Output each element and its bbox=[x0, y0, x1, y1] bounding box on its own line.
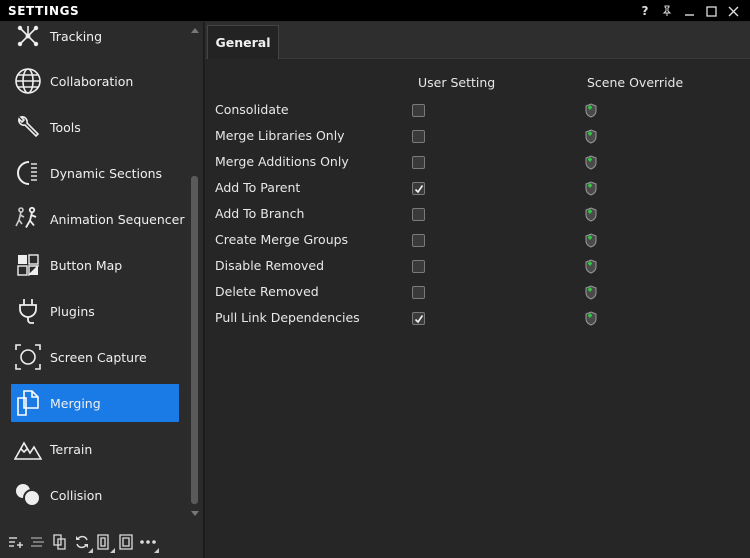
minimize-icon[interactable] bbox=[678, 2, 700, 20]
checkmark-icon bbox=[414, 184, 423, 193]
settings-sidebar: Tracking Collaboration Tools Dynamic Sec… bbox=[0, 22, 204, 558]
list-icon[interactable] bbox=[30, 534, 46, 550]
screen-capture-icon bbox=[14, 343, 42, 371]
scene-override-icon[interactable] bbox=[584, 233, 598, 248]
scene-override-icon[interactable] bbox=[584, 207, 598, 222]
row-label: Add To Branch bbox=[215, 206, 305, 221]
button-map-icon bbox=[14, 251, 42, 279]
scene-override-icon[interactable] bbox=[584, 259, 598, 274]
row-label: Disable Removed bbox=[215, 258, 325, 273]
animation-sequencer-icon bbox=[14, 205, 42, 233]
row-label: Add To Parent bbox=[215, 180, 301, 195]
dropdown-corner-icon bbox=[88, 548, 93, 553]
user-setting-checkbox[interactable] bbox=[412, 130, 425, 143]
sidebar-toolbar bbox=[8, 530, 198, 554]
sidebar-item-label: Screen Capture bbox=[50, 349, 147, 365]
sidebar-item-tools[interactable]: Tools bbox=[11, 108, 179, 146]
row-label: Pull Link Dependencies bbox=[215, 310, 360, 325]
checkmark-icon bbox=[414, 314, 423, 323]
sidebar-scrollbar[interactable] bbox=[189, 22, 201, 522]
user-setting-checkbox[interactable] bbox=[412, 234, 425, 247]
row-label: Merge Additions Only bbox=[215, 154, 349, 169]
column-header-user-setting: User Setting bbox=[418, 75, 496, 90]
help-button[interactable]: ? bbox=[634, 2, 656, 20]
add-icon[interactable] bbox=[8, 534, 24, 550]
copy-icon[interactable] bbox=[52, 534, 68, 550]
sidebar-item-label: Button Map bbox=[50, 257, 123, 273]
row-label: Merge Libraries Only bbox=[215, 128, 345, 143]
refresh-icon[interactable] bbox=[74, 534, 93, 553]
tab-bar: General bbox=[205, 22, 750, 59]
settings-content: General User Setting Scene Override Cons… bbox=[205, 22, 750, 558]
sidebar-item-plugins[interactable]: Plugins bbox=[11, 292, 179, 330]
row-label: Consolidate bbox=[215, 102, 289, 117]
sidebar-item-tracking[interactable]: Tracking bbox=[11, 22, 179, 55]
scroll-up-icon[interactable] bbox=[191, 28, 199, 33]
plug-icon bbox=[14, 297, 42, 325]
sidebar-item-terrain[interactable]: Terrain bbox=[11, 430, 179, 468]
dropdown-corner-icon bbox=[110, 548, 115, 553]
scene-override-icon[interactable] bbox=[584, 129, 598, 144]
sidebar-item-label: Tracking bbox=[50, 28, 103, 44]
layout-icon[interactable] bbox=[96, 534, 115, 553]
merging-icon bbox=[14, 389, 42, 417]
window-controls: ? bbox=[634, 2, 744, 20]
user-setting-checkbox[interactable] bbox=[412, 286, 425, 299]
dropdown-corner-icon bbox=[154, 548, 159, 553]
sidebar-item-collision[interactable]: Collision bbox=[11, 476, 179, 514]
user-setting-checkbox[interactable] bbox=[412, 208, 425, 221]
user-setting-checkbox[interactable] bbox=[412, 104, 425, 117]
scene-override-icon[interactable] bbox=[584, 155, 598, 170]
sidebar-item-collaboration[interactable]: Collaboration bbox=[11, 62, 179, 100]
sidebar-item-label: Collision bbox=[50, 487, 103, 503]
sidebar-item-label: Terrain bbox=[50, 441, 93, 457]
sidebar-item-screen-capture[interactable]: Screen Capture bbox=[11, 338, 179, 376]
sidebar-item-animation-sequencer[interactable]: Animation Sequencer bbox=[11, 200, 185, 238]
close-icon[interactable] bbox=[722, 2, 744, 20]
maximize-icon[interactable] bbox=[700, 2, 722, 20]
user-setting-checkbox[interactable] bbox=[412, 260, 425, 273]
title-bar: SETTINGS ? bbox=[0, 0, 750, 22]
terrain-icon bbox=[14, 435, 42, 463]
sidebar-item-label: Dynamic Sections bbox=[50, 165, 163, 181]
sidebar-item-dynamic-sections[interactable]: Dynamic Sections bbox=[11, 154, 179, 192]
frame-icon[interactable] bbox=[118, 534, 134, 550]
row-label: Delete Removed bbox=[215, 284, 319, 299]
pin-icon[interactable] bbox=[656, 2, 678, 20]
dynamic-sections-icon bbox=[14, 159, 42, 187]
user-setting-checkbox[interactable] bbox=[412, 312, 425, 325]
sidebar-item-label: Animation Sequencer bbox=[50, 211, 185, 227]
scene-override-icon[interactable] bbox=[584, 103, 598, 118]
category-list: Tracking Collaboration Tools Dynamic Sec… bbox=[0, 22, 188, 530]
collaboration-icon bbox=[14, 67, 42, 95]
sidebar-item-button-map[interactable]: Button Map bbox=[11, 246, 179, 284]
scene-override-icon[interactable] bbox=[584, 181, 598, 196]
window-title: SETTINGS bbox=[8, 4, 80, 18]
user-setting-checkbox[interactable] bbox=[412, 156, 425, 169]
sidebar-item-label: Merging bbox=[50, 395, 101, 411]
collision-icon bbox=[14, 481, 42, 509]
column-header-scene-override: Scene Override bbox=[587, 75, 684, 90]
scene-override-icon[interactable] bbox=[584, 285, 598, 300]
scroll-thumb[interactable] bbox=[191, 176, 198, 504]
scene-override-icon[interactable] bbox=[584, 311, 598, 326]
sidebar-item-merging[interactable]: Merging bbox=[11, 384, 179, 422]
sidebar-item-label: Plugins bbox=[50, 303, 95, 319]
tab-general[interactable]: General bbox=[207, 25, 279, 59]
row-label: Create Merge Groups bbox=[215, 232, 349, 247]
user-setting-checkbox[interactable] bbox=[412, 182, 425, 195]
more-icon[interactable] bbox=[140, 534, 159, 553]
wrench-icon bbox=[14, 113, 42, 141]
tracking-icon bbox=[14, 22, 42, 50]
scroll-down-icon[interactable] bbox=[191, 511, 199, 516]
sidebar-item-label: Tools bbox=[50, 119, 81, 135]
sidebar-item-label: Collaboration bbox=[50, 73, 134, 89]
